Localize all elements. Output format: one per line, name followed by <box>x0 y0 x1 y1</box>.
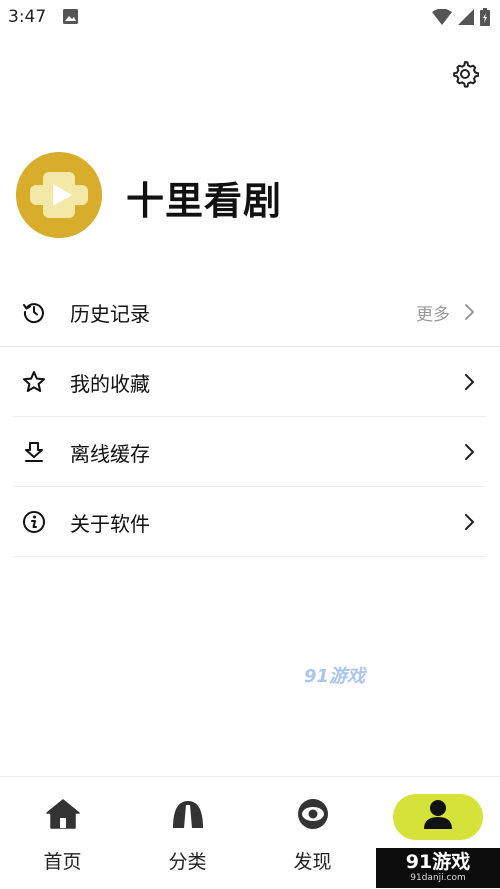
wifi-icon <box>432 8 452 29</box>
corner-watermark-badge: 91游戏 91danji.com <box>376 848 500 888</box>
menu-item-about[interactable]: 关于软件 <box>0 487 500 557</box>
divider <box>14 556 486 557</box>
home-icon <box>45 799 80 833</box>
menu-item-favorites[interactable]: 我的收藏 <box>0 347 500 417</box>
info-icon <box>22 510 46 534</box>
profile-header: 十里看剧 <box>16 152 476 238</box>
chevron-right-icon <box>463 513 475 531</box>
avatar[interactable] <box>16 152 102 238</box>
menu-item-offline-cache[interactable]: 离线缓存 <box>0 417 500 487</box>
menu-label: 历史记录 <box>70 301 150 326</box>
tab-home[interactable]: 首页 <box>0 777 125 889</box>
status-time: 3:47 <box>8 7 47 27</box>
tab-label: 发现 <box>293 851 332 873</box>
badge-subtext: 91danji.com <box>410 873 466 883</box>
tab-category[interactable]: 分类 <box>125 777 250 889</box>
history-icon <box>22 300 46 324</box>
settings-button[interactable] <box>448 59 482 93</box>
app-name: 十里看剧 <box>126 179 283 223</box>
eye-icon <box>296 799 330 833</box>
menu-label: 我的收藏 <box>70 371 150 396</box>
tab-discover[interactable]: 发现 <box>250 777 375 889</box>
tab-label: 分类 <box>168 851 207 873</box>
star-icon <box>22 370 46 394</box>
watermark: 91游戏 <box>304 666 366 687</box>
signal-icon <box>458 9 474 29</box>
chevron-right-icon <box>463 373 475 391</box>
tab-label: 首页 <box>43 851 82 873</box>
play-cross-logo-icon <box>16 152 102 238</box>
download-icon <box>22 440 46 464</box>
chevron-right-icon <box>463 303 475 321</box>
category-icon <box>171 799 205 833</box>
image-notification-icon <box>62 8 79 29</box>
badge-text: 91游戏 <box>405 851 471 873</box>
status-indicators <box>432 8 490 30</box>
battery-icon <box>480 8 490 30</box>
menu-item-history[interactable]: 历史记录 更多 <box>0 277 500 347</box>
status-bar: 3:47 <box>0 0 500 34</box>
menu-label: 离线缓存 <box>70 441 150 466</box>
more-link[interactable]: 更多 <box>416 300 450 325</box>
person-icon <box>421 799 455 833</box>
menu-list: 历史记录 更多 我的收藏 离线缓存 关于软件 <box>0 277 500 557</box>
chevron-right-icon <box>463 443 475 461</box>
menu-label: 关于软件 <box>70 511 150 536</box>
gear-icon <box>451 60 480 92</box>
